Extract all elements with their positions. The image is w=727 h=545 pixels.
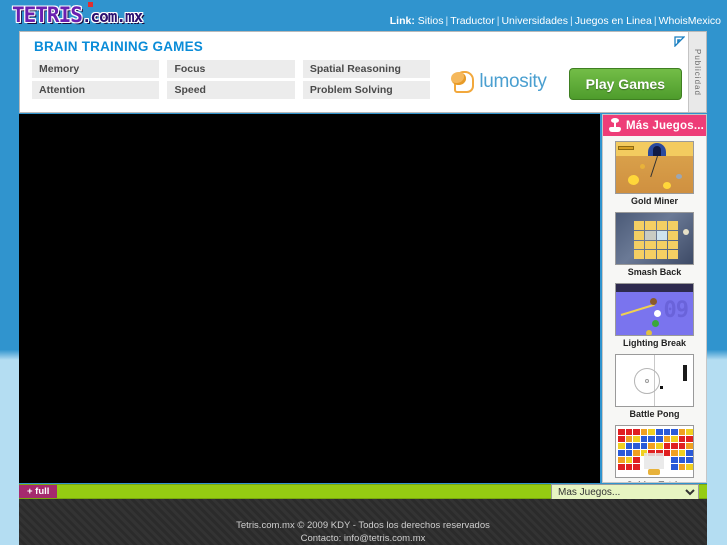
game-label: Lighting Break	[622, 338, 686, 348]
joystick-icon	[608, 117, 622, 133]
thumbnail-battle-pong[interactable]	[615, 354, 694, 407]
top-link-whoismexico[interactable]: WhoisMexico	[659, 15, 721, 27]
game-select-dropdown[interactable]: Mas Juegos...Gold MinerSmash BackLightin…	[551, 484, 699, 500]
list-item[interactable]: 09 Lighting Break	[603, 283, 706, 349]
top-link-traductor[interactable]: Traductor	[450, 15, 495, 27]
sidebar-game-list: Gold Miner Smash Back 09 Lighting Break …	[603, 136, 706, 482]
game-toolbar: + full Mas Juegos...Gold MinerSmash Back…	[19, 484, 707, 500]
lumosity-wordmark: lumosity	[479, 71, 547, 92]
ad-chip-spatial-reasoning: Spatial Reasoning	[302, 60, 431, 78]
game-label: Gold Miner	[631, 196, 678, 206]
page-root: TETRIS.com.mx Link: Sitios | Traductor | Uni…	[0, 0, 727, 545]
ad-content[interactable]: BRAIN TRAINING GAMES Memory Attention Fo…	[20, 32, 688, 112]
advertisement-banner[interactable]: BRAIN TRAINING GAMES Memory Attention Fo…	[19, 31, 707, 113]
ad-vertical-label: Publicidad	[688, 32, 706, 112]
left-gutter	[0, 31, 19, 545]
ad-chip-problem-solving: Problem Solving	[302, 81, 431, 99]
logo-main-text: TETRIS	[12, 3, 83, 27]
sidebar-title: Más Juegos...	[626, 119, 705, 132]
ad-chip-attention: Attention	[32, 81, 160, 99]
logo-i-dot	[88, 2, 93, 7]
game-label: Smash Back	[627, 267, 682, 277]
top-link-universidades[interactable]: Universidades	[501, 15, 568, 27]
site-header: TETRIS.com.mx Link: Sitios | Traductor | Uni…	[0, 0, 727, 31]
site-logo[interactable]: TETRIS.com.mx	[12, 2, 143, 30]
list-item[interactable]: Sobics Tetris	[603, 425, 706, 482]
link-separator-3: |	[570, 15, 573, 27]
sidebar-header: Más Juegos...	[603, 115, 706, 136]
play-games-button[interactable]: Play Games	[568, 68, 682, 100]
footer-copyright: Tetris.com.mx © 2009 KDY - Todos los der…	[236, 520, 490, 531]
ad-feature-column: Focus Speed	[167, 60, 295, 99]
ad-side-text: Publicidad	[693, 48, 702, 96]
fullscreen-button[interactable]: + full	[19, 485, 58, 498]
top-link-juegos-en-linea[interactable]: Juegos en Linea	[575, 15, 652, 27]
more-games-sidebar: Más Juegos... Gold Miner Smash Back 09 L…	[602, 114, 707, 483]
ad-chip-focus: Focus	[167, 60, 295, 78]
ad-chip-memory: Memory	[32, 60, 160, 78]
game-label: Battle Pong	[629, 409, 680, 419]
right-gutter	[707, 31, 727, 545]
thumbnail-gold-miner[interactable]	[615, 141, 694, 194]
top-links-label: Link:	[389, 15, 415, 27]
top-link-sitios[interactable]: Sitios	[418, 15, 444, 27]
thumbnail-smash-back[interactable]	[615, 212, 694, 265]
ad-headline: BRAIN TRAINING GAMES	[34, 39, 203, 54]
list-item[interactable]: Gold Miner	[603, 141, 706, 207]
top-links-bar: Link: Sitios | Traductor | Universidades | Jue…	[390, 15, 721, 27]
adchoices-icon[interactable]	[674, 34, 686, 48]
logo-suffix-text: .com.mx	[81, 7, 143, 26]
ad-chip-speed: Speed	[167, 81, 295, 99]
list-item[interactable]: Smash Back	[603, 212, 706, 278]
ad-feature-column: Memory Attention	[32, 60, 160, 99]
site-footer: Tetris.com.mx © 2009 KDY - Todos los der…	[19, 499, 707, 545]
ad-feature-columns: Memory Attention Focus Speed Spatial Rea…	[32, 60, 682, 100]
game-label: Sobics Tetris	[603, 480, 706, 482]
ad-feature-column: Spatial Reasoning Problem Solving	[302, 60, 431, 99]
thumbnail-lighting-break[interactable]: 09	[615, 283, 694, 336]
list-item[interactable]: Battle Pong	[603, 354, 706, 420]
lumosity-logo: lumosity	[450, 70, 547, 94]
link-separator-2: |	[496, 15, 500, 27]
game-canvas[interactable]	[19, 114, 600, 483]
link-separator-4: |	[653, 15, 657, 27]
thumbnail-sobics-tetris[interactable]	[615, 425, 694, 478]
brain-head-icon	[450, 70, 476, 94]
link-separator-1: |	[445, 15, 449, 27]
footer-contact: Contacto: info@tetris.com.mx	[300, 533, 426, 544]
